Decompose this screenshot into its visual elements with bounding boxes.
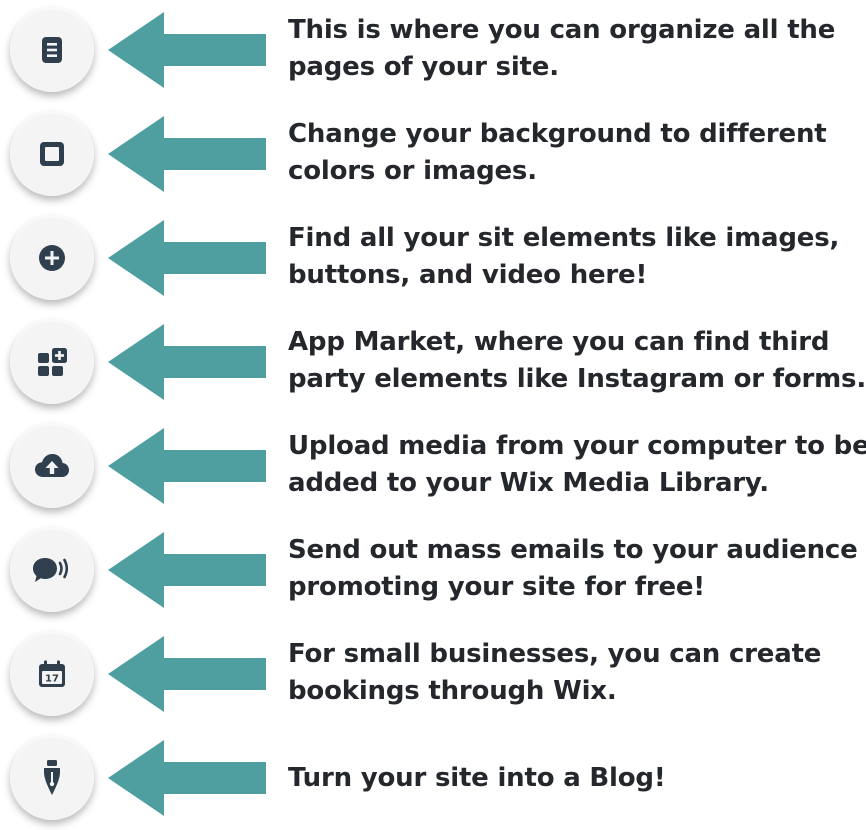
description-line: App Market, where you can find third (288, 327, 830, 357)
row-description: App Market, where you can find third par… (288, 324, 866, 398)
row-description: Send out mass emails to your audience pr… (288, 532, 860, 606)
row-description: Find all your sit elements like images, … (288, 220, 860, 294)
row-pages: This is where you can organize all the p… (0, 0, 866, 102)
row-description: Turn your site into a Blog! (288, 760, 860, 797)
row-description: This is where you can organize all the p… (288, 12, 860, 86)
description-line: bookings through Wix. (288, 676, 617, 706)
description-line: added to your Wix Media Library. (288, 468, 769, 498)
cloud-upload-icon (35, 454, 69, 477)
row-add-elements: Find all your sit elements like images, … (0, 208, 866, 310)
pages-icon (42, 37, 62, 63)
description-line: party elements like Instagram or forms. (288, 364, 866, 394)
add-elements-button[interactable] (10, 216, 94, 300)
row-app-market: App Market, where you can find third par… (0, 312, 866, 414)
app-market-icon (38, 348, 67, 376)
bookings-button[interactable]: 17 (10, 632, 94, 716)
add-plus-icon (39, 245, 65, 271)
row-description: For small businesses, you can create boo… (288, 636, 860, 710)
background-icon (40, 142, 64, 166)
arrow-left-icon (108, 532, 266, 608)
description-line: Send out mass emails to your audience (288, 535, 858, 565)
arrow-left-icon (108, 428, 266, 504)
description-line: Turn your site into a Blog! (288, 763, 666, 793)
row-email-marketing: Send out mass emails to your audience pr… (0, 520, 866, 622)
description-line: pages of your site. (288, 52, 559, 82)
calendar-17-icon: 17 (39, 660, 65, 687)
row-upload: Upload media from your computer to be ad… (0, 416, 866, 518)
pages-button[interactable] (10, 8, 94, 92)
speech-broadcast-icon (33, 558, 69, 582)
description-line: promoting your site for free! (288, 572, 705, 602)
arrow-left-icon (108, 740, 266, 816)
arrow-left-icon (108, 636, 266, 712)
row-blog: Turn your site into a Blog! (0, 728, 866, 830)
description-line: buttons, and video here! (288, 260, 648, 290)
arrow-left-icon (108, 324, 266, 400)
description-line: This is where you can organize all the (288, 15, 836, 45)
description-line: Upload media from your computer to be (288, 431, 866, 461)
arrow-left-icon (108, 116, 266, 192)
row-background: Change your background to different colo… (0, 104, 866, 206)
arrow-left-icon (108, 12, 266, 88)
blog-button[interactable] (10, 736, 94, 820)
description-line: For small businesses, you can create (288, 639, 822, 669)
row-description: Change your background to different colo… (288, 116, 860, 190)
upload-button[interactable] (10, 424, 94, 508)
description-line: colors or images. (288, 156, 537, 186)
pen-nib-icon (44, 760, 60, 795)
row-description: Upload media from your computer to be ad… (288, 428, 866, 502)
email-marketing-button[interactable] (10, 528, 94, 612)
row-bookings: 17 For small businesses, you can create … (0, 624, 866, 726)
calendar-day: 17 (45, 674, 59, 685)
app-market-button[interactable] (10, 320, 94, 404)
description-line: Find all your sit elements like images, (288, 223, 840, 253)
description-line: Change your background to different (288, 119, 827, 149)
background-button[interactable] (10, 112, 94, 196)
arrow-left-icon (108, 220, 266, 296)
